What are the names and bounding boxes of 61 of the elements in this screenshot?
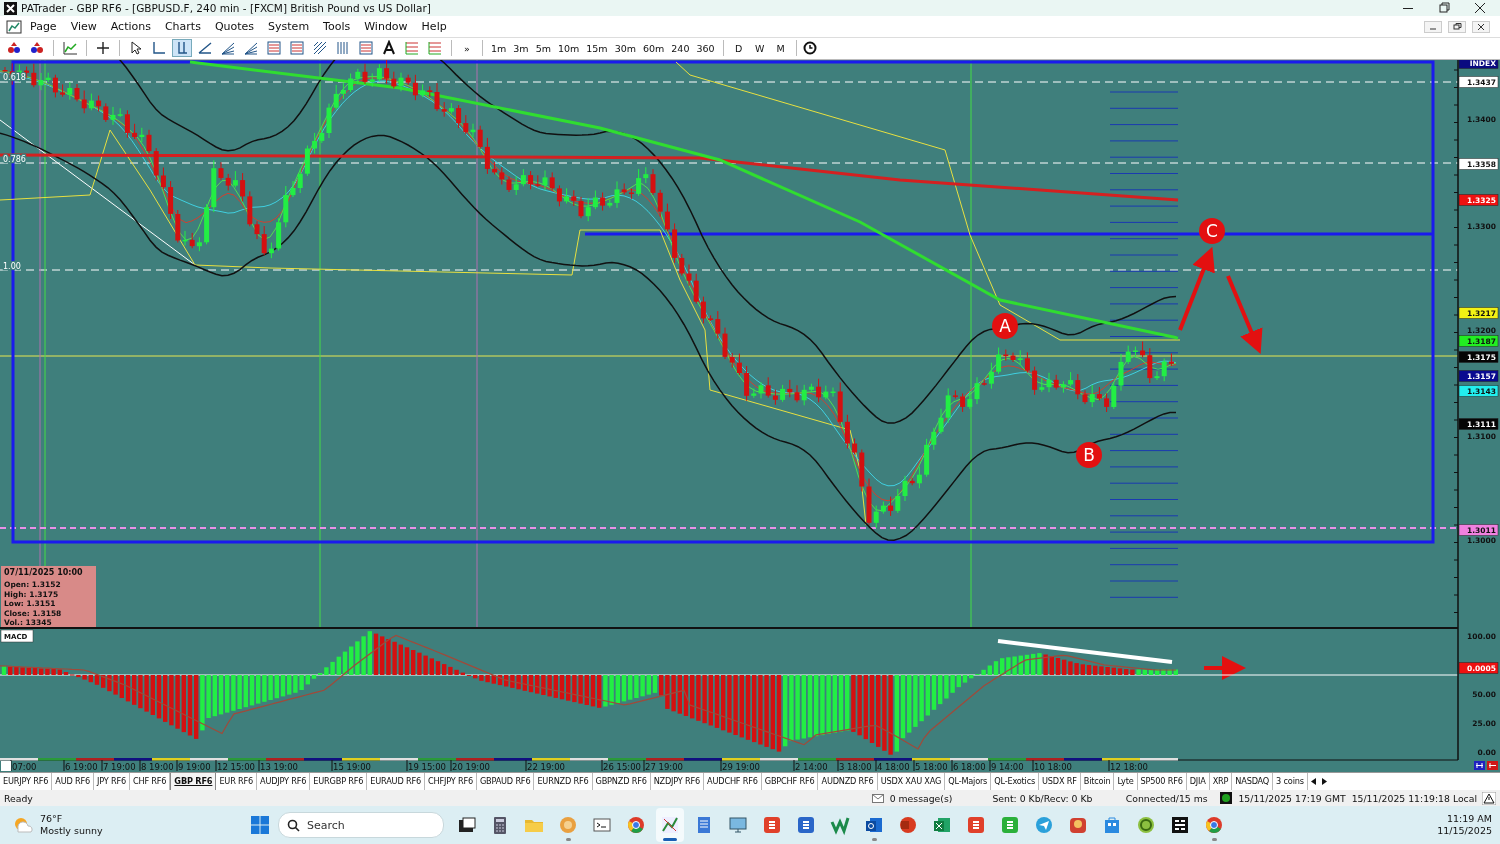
time-label: 9 19:00 — [178, 761, 211, 772]
menu-item[interactable]: Actions — [104, 18, 157, 36]
timeframe-button[interactable]: 360 — [694, 39, 717, 58]
symbol-tab[interactable]: GBP RF6 — [170, 773, 217, 790]
timeframe-button[interactable]: 3m — [511, 39, 531, 58]
menu-item[interactable]: Quotes — [208, 18, 261, 36]
timeframe-button[interactable]: 60m — [640, 39, 667, 58]
marker-label: A — [999, 316, 1011, 336]
time-label: 10 18:00 — [1034, 761, 1072, 772]
time-label: 8 19:00 — [141, 761, 174, 772]
time-label: 13 19:00 — [260, 761, 298, 772]
message-count: 0 message(s) — [889, 792, 953, 804]
time-label: 2 14:00 — [795, 761, 828, 772]
time-label: 15 19:00 — [333, 761, 371, 772]
time-label: 22 19:00 — [527, 761, 565, 772]
menu-item[interactable]: System — [262, 18, 316, 36]
search-field[interactable]: Search — [278, 812, 444, 838]
period-button[interactable]: W — [750, 39, 769, 58]
menu-item[interactable]: View — [64, 18, 103, 36]
menu-item[interactable]: Tools — [317, 18, 357, 36]
more-button[interactable]: » — [458, 39, 476, 58]
timeframe-button[interactable]: 15m — [584, 39, 610, 58]
timeframe-button[interactable]: 240 — [669, 39, 692, 58]
window-title: PATrader - GBP RF6 - [GBPUSD.F, 240 min - [FXCM] British Pound vs US Dollar] — [21, 2, 432, 15]
time-label: 12 18:00 — [1110, 761, 1148, 772]
time-label: 6 19:00 — [65, 761, 98, 772]
timeframe-button[interactable]: 10m — [555, 39, 582, 58]
time-label: 07:00 — [12, 761, 37, 772]
time-label: 4 18:00 — [877, 761, 910, 772]
marker-label: C — [1206, 221, 1218, 241]
clock-date: 11/15/2025 — [1437, 825, 1492, 837]
period-button[interactable]: M — [771, 39, 790, 58]
time-label: 7 19:00 — [103, 761, 136, 772]
period-button[interactable]: D — [729, 39, 748, 58]
local-time: 15/11/2025 11:19:18 Local — [1351, 792, 1477, 804]
menu-item[interactable]: Help — [415, 18, 453, 36]
connection-status: Connected/15 ms — [1125, 792, 1209, 804]
menu-item[interactable]: Window — [358, 18, 414, 36]
time-label: 5 18:00 — [915, 761, 948, 772]
time-label: 12 15:00 — [217, 761, 255, 772]
time-label: 3 18:00 — [839, 761, 872, 772]
temperature: 76°F — [40, 813, 64, 825]
marker-label: B — [1083, 445, 1095, 465]
time-label: 20 19:00 — [452, 761, 490, 772]
time-label: 29 19:00 — [722, 761, 760, 772]
menu-item[interactable]: Charts — [158, 18, 207, 36]
status-text: Ready — [4, 792, 34, 804]
bar-date: 07/11/2025 10:00 — [4, 568, 83, 577]
weather-condition: Mostly sunny — [40, 825, 103, 837]
gmt-time: 15/11/2025 17:19 GMT — [1238, 792, 1346, 804]
time-label: 9 14:00 — [991, 761, 1024, 772]
timeframe-button[interactable]: 5m — [533, 39, 553, 58]
time-label: 19 15:00 — [408, 761, 446, 772]
timeframe-button[interactable]: 30m — [612, 39, 638, 58]
clock-time: 11:19 AM — [1446, 813, 1492, 825]
time-label: 26 15:00 — [603, 761, 641, 772]
timeframe-button[interactable]: 1m — [489, 39, 509, 58]
menu-item[interactable]: Page — [24, 18, 63, 36]
time-label: 6 18:00 — [953, 761, 986, 772]
time-label: 27 19:00 — [645, 761, 683, 772]
traffic-text: Sent: 0 Kb/Recv: 0 Kb — [992, 792, 1094, 804]
